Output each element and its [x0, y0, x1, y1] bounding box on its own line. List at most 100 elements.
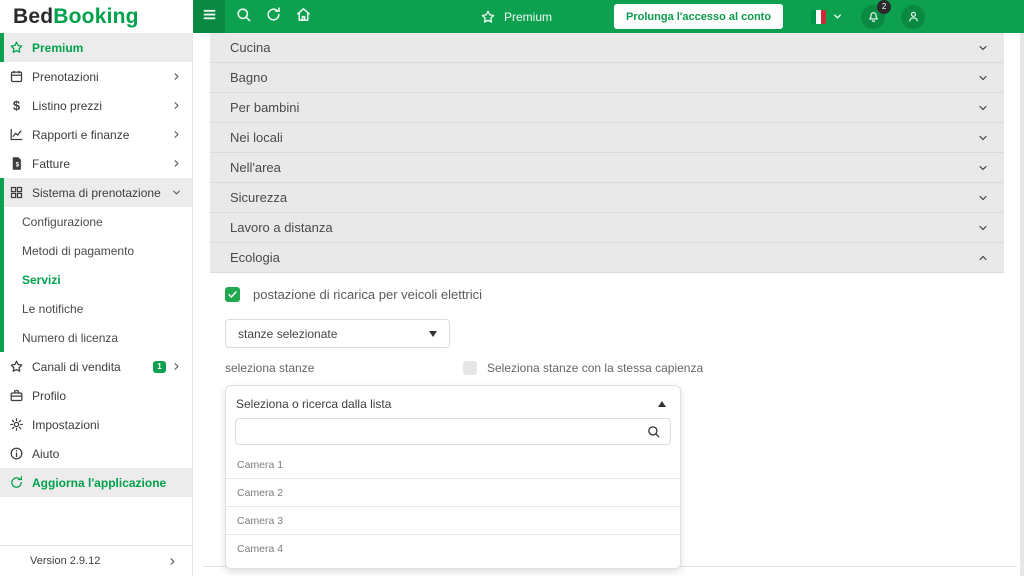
rooms-dropdown-header[interactable]: Seleziona o ricerca dalla lista [226, 386, 680, 418]
calendar-icon [8, 68, 25, 85]
rooms-mode-select[interactable]: stanze selezionate [225, 319, 450, 348]
language-selector[interactable] [811, 9, 843, 24]
services-content-card: Cucina Bagno Per bambini Nei locali Nell… [203, 33, 1017, 569]
list-item-camera-3[interactable]: Camera 3 [226, 507, 680, 535]
sidebar: Premium Prenotazioni $ Listino prezzi Ra… [0, 33, 193, 576]
sidebar-item-label: Aiuto [32, 446, 60, 461]
notification-count-badge: 2 [877, 0, 892, 14]
ev-charging-checkbox[interactable] [225, 287, 240, 302]
caret-up-icon [658, 401, 666, 407]
accordion-item-sicurezza[interactable]: Sicurezza [210, 183, 1004, 213]
accordion-label: Sicurezza [230, 190, 288, 205]
sidebar-subitem-numero-di-licenza[interactable]: Numero di licenza [4, 323, 192, 352]
sidebar-group-booking-system: Sistema di prenotazione Configurazione M… [0, 178, 192, 352]
info-icon [8, 445, 25, 462]
sidebar-item-label: Prenotazioni [32, 69, 99, 84]
ev-charging-label: postazione di ricarica per veicoli elett… [253, 287, 483, 302]
subitem-label: Numero di licenza [22, 330, 119, 345]
chevron-down-icon [171, 187, 182, 198]
rooms-search-box [235, 418, 671, 445]
app-logo[interactable]: Bed Booking [0, 0, 193, 33]
sidebar-item-aggiorna-applicazione[interactable]: Aggiorna l'applicazione [0, 468, 192, 497]
sidebar-item-fatture[interactable]: $ Fatture [0, 149, 192, 178]
sidebar-item-label: Canali di vendita [32, 359, 121, 374]
extend-account-button[interactable]: Prolunga l'accesso al conto [614, 4, 784, 29]
chevron-right-icon [171, 361, 182, 372]
briefcase-icon [8, 387, 25, 404]
accordion-item-cucina[interactable]: Cucina [210, 33, 1004, 63]
version-label: Version 2.9.12 [30, 555, 101, 567]
sidebar-item-premium[interactable]: Premium [0, 33, 192, 62]
top-green-bar: Premium Prolunga l'accesso al conto 2 [193, 0, 1024, 33]
sidebar-item-listino-prezzi[interactable]: $ Listino prezzi [0, 91, 192, 120]
sidebar-item-prenotazioni[interactable]: Prenotazioni [0, 62, 192, 91]
sidebar-subitem-servizi[interactable]: Servizi [4, 265, 192, 294]
caret-down-icon [429, 330, 437, 337]
chevron-down-icon [977, 102, 989, 114]
room-label: Camera 3 [237, 514, 284, 527]
sidebar-item-label: Rapporti e finanze [32, 127, 130, 142]
sidebar-item-aiuto[interactable]: Aiuto [0, 439, 192, 468]
notifications-button[interactable]: 2 [861, 0, 892, 29]
chevron-right-icon [171, 100, 182, 111]
chevron-down-icon [977, 162, 989, 174]
star-icon [8, 39, 25, 56]
sales-channels-badge: 1 [153, 360, 166, 373]
room-label: Camera 1 [237, 458, 284, 471]
refresh-icon [265, 6, 282, 28]
sidebar-item-label: Profilo [32, 388, 67, 403]
accordion-item-ecologia[interactable]: Ecologia [210, 243, 1004, 273]
version-row[interactable]: Version 2.9.12 [0, 545, 192, 576]
list-item-camera-1[interactable]: Camera 1 [226, 451, 680, 479]
chevron-right-icon [171, 129, 182, 140]
sidebar-item-label: Listino prezzi [32, 98, 103, 113]
chevron-down-icon [977, 222, 989, 234]
chart-icon [8, 126, 25, 143]
search-button[interactable] [235, 6, 252, 28]
sidebar-subitem-configurazione[interactable]: Configurazione [4, 207, 192, 236]
sidebar-item-canali-di-vendita[interactable]: Canali di vendita 1 [0, 352, 192, 381]
chevron-up-icon [977, 252, 989, 264]
accordion-item-per-bambini[interactable]: Per bambini [210, 93, 1004, 123]
logo-text-booking: Booking [53, 4, 139, 28]
invoice-icon: $ [8, 155, 25, 172]
main-area: Cucina Bagno Per bambini Nei locali Nell… [193, 33, 1024, 576]
sidebar-item-sistema-di-prenotazione[interactable]: Sistema di prenotazione [4, 178, 192, 207]
chevron-down-icon [832, 11, 843, 22]
star-icon [8, 358, 25, 375]
accordion-item-nei-locali[interactable]: Nei locali [210, 123, 1004, 153]
sidebar-item-label: Aggiorna l'applicazione [32, 475, 167, 490]
sidebar-item-impostazioni[interactable]: Impostazioni [0, 410, 192, 439]
sidebar-item-rapporti-finanze[interactable]: Rapporti e finanze [0, 120, 192, 149]
accordion-label: Nei locali [230, 130, 283, 145]
search-icon [235, 6, 252, 28]
accordion-item-nell-area[interactable]: Nell'area [210, 153, 1004, 183]
rooms-list: Camera 1 Camera 2 Camera 3 Camera 4 [226, 451, 680, 563]
chevron-right-icon [171, 158, 182, 169]
grid-icon [8, 184, 25, 201]
sidebar-subitem-metodi-di-pagamento[interactable]: Metodi di pagamento [4, 236, 192, 265]
rooms-dropdown: Seleziona o ricerca dalla lista Camera 1… [225, 385, 681, 569]
accordion-label: Nell'area [230, 160, 281, 175]
accordion-label: Per bambini [230, 100, 300, 115]
chevron-down-icon [977, 42, 989, 54]
scrollbar-track[interactable] [1020, 33, 1024, 576]
sidebar-subitem-le-notifiche[interactable]: Le notifiche [4, 294, 192, 323]
home-button[interactable] [295, 7, 312, 25]
account-button[interactable] [901, 4, 926, 29]
accordion-item-lavoro-a-distanza[interactable]: Lavoro a distanza [210, 213, 1004, 243]
list-item-camera-4[interactable]: Camera 4 [226, 535, 680, 563]
same-capacity-label: Seleziona stanze con la stessa capienza [487, 361, 704, 375]
menu-toggle-button[interactable] [193, 0, 225, 33]
accordion-item-bagno[interactable]: Bagno [210, 63, 1004, 93]
same-capacity-checkbox[interactable] [463, 361, 477, 375]
refresh-button[interactable] [265, 6, 282, 28]
svg-text:$: $ [16, 161, 20, 168]
list-item-camera-2[interactable]: Camera 2 [226, 479, 680, 507]
room-label: Camera 2 [237, 486, 284, 499]
accordion-label: Bagno [230, 70, 268, 85]
accordion-label: Ecologia [230, 250, 280, 265]
rooms-search-input[interactable] [245, 424, 646, 439]
sidebar-item-profilo[interactable]: Profilo [0, 381, 192, 410]
premium-status[interactable]: Premium [480, 9, 552, 25]
